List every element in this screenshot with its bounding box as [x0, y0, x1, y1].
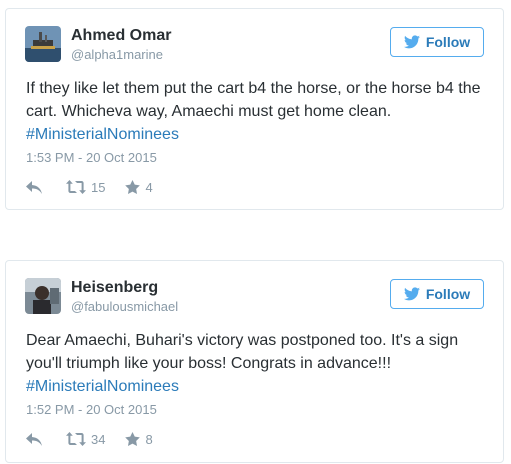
favorite-button[interactable]: 4: [125, 179, 153, 195]
tweet-actions: 15 4: [26, 177, 153, 197]
twitter-bird-icon: [403, 287, 420, 301]
tweet-body: If they like let them put the cart b4 th…: [26, 80, 481, 120]
star-icon: [125, 180, 141, 194]
twitter-bird-icon: [403, 35, 420, 49]
retweet-button[interactable]: 15: [66, 180, 105, 195]
user-name[interactable]: Heisenberg: [71, 279, 158, 297]
favorite-count: 8: [145, 431, 153, 447]
follow-label: Follow: [425, 286, 471, 302]
favorite-count: 4: [145, 179, 153, 195]
retweet-button[interactable]: 34: [66, 432, 105, 447]
reply-button[interactable]: [26, 180, 42, 194]
hashtag-link[interactable]: #MinisterialNominees: [26, 378, 179, 395]
tweet-card: Ahmed Omar @alpha1marine Follow If they …: [5, 8, 504, 210]
follow-button[interactable]: Follow: [390, 27, 484, 57]
hashtag-link[interactable]: #MinisterialNominees: [26, 126, 179, 143]
timestamp[interactable]: 1:53 PM - 20 Oct 2015: [26, 150, 157, 165]
retweet-count: 34: [91, 431, 106, 447]
favorite-button[interactable]: 8: [125, 431, 153, 447]
tweet-text: Dear Amaechi, Buhari's victory was postp…: [26, 329, 496, 398]
follow-label: Follow: [425, 34, 471, 50]
retweet-icon: [66, 432, 86, 446]
tweet-text: If they like let them put the cart b4 th…: [26, 77, 496, 146]
tweet-card: Heisenberg @fabulousmichael Follow Dear …: [5, 260, 504, 463]
retweet-icon: [66, 180, 86, 194]
star-icon: [125, 432, 141, 446]
tweet-body: Dear Amaechi, Buhari's victory was postp…: [26, 332, 459, 372]
avatar[interactable]: [25, 278, 61, 314]
reply-icon: [26, 180, 42, 194]
tweet-actions: 34 8: [26, 429, 153, 449]
timestamp[interactable]: 1:52 PM - 20 Oct 2015: [26, 402, 157, 417]
user-handle[interactable]: @alpha1marine: [71, 47, 163, 62]
user-handle[interactable]: @fabulousmichael: [71, 299, 178, 314]
retweet-count: 15: [91, 179, 106, 195]
reply-button[interactable]: [26, 432, 42, 446]
follow-button[interactable]: Follow: [390, 279, 484, 309]
user-name[interactable]: Ahmed Omar: [71, 27, 171, 45]
reply-icon: [26, 432, 42, 446]
avatar[interactable]: [25, 26, 61, 62]
